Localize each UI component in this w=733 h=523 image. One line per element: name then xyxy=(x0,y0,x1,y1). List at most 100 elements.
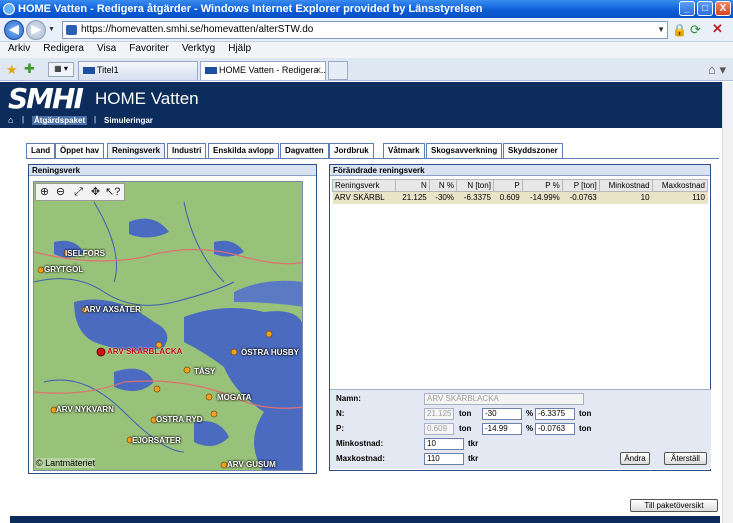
map-toolbar: ⊕ ⊖ ⤢ ✥ ↖? xyxy=(35,183,125,201)
map-canvas[interactable] xyxy=(34,182,303,471)
col-maxkostnad[interactable]: Maxkostnad xyxy=(651,179,709,192)
max-unit-tkr: tkr xyxy=(468,454,479,463)
home-icon[interactable]: ⌂ ▾ xyxy=(708,62,726,78)
tab-enskilda-avlopp[interactable]: Enskilda avlopp xyxy=(208,143,279,159)
lock-icon[interactable]: 🔒 xyxy=(672,23,687,37)
p-unit-ton: ton xyxy=(459,424,472,433)
n-label: N: xyxy=(336,409,345,418)
package-overview-button[interactable]: Till paketöversikt xyxy=(630,499,718,512)
n-unit-ton: ton xyxy=(459,409,472,418)
maximize-button[interactable]: □ xyxy=(697,1,713,16)
changed-plants-panel: Förändrade reningsverk Reningsverk N N %… xyxy=(329,164,711,471)
map-label-tasy[interactable]: TÅSY xyxy=(194,367,215,376)
map-label-arv-skarblacka[interactable]: ARV SKÄRBLACKA xyxy=(107,347,182,356)
tab-industri[interactable]: Industri xyxy=(167,143,207,159)
close-tab-icon[interactable]: x xyxy=(316,62,321,79)
identify-icon[interactable]: ↖? xyxy=(105,185,120,199)
favorites-star-icon[interactable]: ★ xyxy=(6,62,18,78)
smhi-favicon xyxy=(83,67,95,75)
name-field: ARV SKÄRBLACKA xyxy=(424,393,584,405)
map-label-ostra-husby[interactable]: ÖSTRA HUSBY xyxy=(241,348,299,357)
name-label: Namn: xyxy=(336,394,361,403)
menu-visa[interactable]: Visa xyxy=(92,42,121,55)
menu-favoriter[interactable]: Favoriter xyxy=(124,42,173,55)
p-unit-ton2: ton xyxy=(579,424,592,433)
menu-arkiv[interactable]: Arkiv xyxy=(0,42,35,55)
browser-tab-titel1[interactable]: Titel1 xyxy=(78,61,198,80)
address-toolbar: ◀ ▶ ▼ https://homevatten.smhi.se/homevat… xyxy=(0,18,733,42)
tab-reningsverk[interactable]: Reningsverk xyxy=(107,143,166,159)
min-cost-input[interactable]: 10 xyxy=(424,438,464,450)
cell-p: 0.609 xyxy=(493,191,523,204)
nav-separator: | xyxy=(94,115,97,124)
new-tab-button[interactable] xyxy=(328,61,348,80)
tab-skogsavverkning[interactable]: Skogsavverkning xyxy=(426,143,503,159)
map-label-ostra-ryd[interactable]: ÖSTRA RYD xyxy=(156,415,203,424)
add-favorite-icon[interactable]: ✚ xyxy=(24,61,35,77)
pan-icon[interactable]: ✥ xyxy=(88,185,103,199)
close-window-button[interactable]: X xyxy=(715,1,731,16)
zoom-extent-icon[interactable]: ⤢ xyxy=(71,185,86,199)
changed-plants-table: Reningsverk N N % N [ton] P P % P [ton] … xyxy=(332,179,709,204)
tab-land[interactable]: Land xyxy=(26,143,56,159)
site-header: SMHI HOME Vatten xyxy=(0,82,733,115)
menu-redigera[interactable]: Redigera xyxy=(38,42,89,55)
max-cost-input[interactable]: 110 xyxy=(424,453,464,465)
col-n-ton[interactable]: N [ton] xyxy=(455,179,494,192)
nav-atgardspaket[interactable]: Åtgärdspaket xyxy=(32,116,88,125)
map-label-arv-gusum[interactable]: ARV GUSUM xyxy=(227,460,276,469)
zoom-out-icon[interactable]: ⊖ xyxy=(53,185,68,199)
minimize-button[interactable]: _ xyxy=(679,1,695,16)
nav-simuleringar[interactable]: Simuleringar xyxy=(102,116,155,125)
p-unit-pct: % xyxy=(526,424,534,433)
tab-divider xyxy=(26,158,719,159)
menu-hjalp[interactable]: Hjälp xyxy=(223,42,256,55)
table-row[interactable]: ARV SKÄRBL 21.125 -30% -6.3375 0.609 -14… xyxy=(332,191,709,204)
col-minkostnad[interactable]: Minkostnad xyxy=(598,179,653,192)
col-p-pct[interactable]: P % xyxy=(521,179,563,192)
col-p-ton[interactable]: P [ton] xyxy=(561,179,600,192)
map-label-arv-axsater[interactable]: ARV AXSÄTER xyxy=(84,305,141,314)
cell-name: ARV SKÄRBL xyxy=(332,191,396,204)
map-label-grytgol[interactable]: GRYTGÖL xyxy=(44,265,83,274)
forward-button[interactable]: ▶ xyxy=(26,20,46,40)
n-ton-input[interactable]: -6.3375 xyxy=(535,408,575,420)
map-label-mogata[interactable]: MOGATA xyxy=(217,393,251,402)
map-label-arv-nykvarn[interactable]: ARV NYKVARN xyxy=(56,405,114,414)
tab-oppet-hav[interactable]: Öppet hav xyxy=(55,143,105,159)
stop-icon[interactable]: ✕ xyxy=(712,21,723,37)
back-button[interactable]: ◀ xyxy=(4,20,24,40)
p-pct-input[interactable]: -14.99 xyxy=(482,423,522,435)
page-scrollbar[interactable] xyxy=(722,82,733,523)
home-nav-icon[interactable]: ⌂ xyxy=(8,115,13,125)
url-dropdown-icon[interactable]: ▼ xyxy=(657,22,665,38)
reset-button[interactable]: Återställ xyxy=(664,452,707,465)
history-dropdown-icon[interactable]: ▼ xyxy=(48,26,55,33)
col-n[interactable]: N xyxy=(394,179,430,192)
p-ton-input[interactable]: -0.0763 xyxy=(535,423,575,435)
map-label-ejorsater[interactable]: EJORSÄTER xyxy=(132,436,181,445)
smhi-favicon xyxy=(205,67,217,75)
map-view[interactable]: ⊕ ⊖ ⤢ ✥ ↖? ISELFORS GRYTGÖL ARV AXSÄTER … xyxy=(33,181,303,471)
refresh-icon[interactable]: ⟳ xyxy=(690,22,701,38)
tab-skyddszoner[interactable]: Skyddszoner xyxy=(503,143,563,159)
browser-tab-home-vatten[interactable]: HOME Vatten - Redigera ... x xyxy=(200,61,326,80)
cell-maxkostnad: 110 xyxy=(652,191,709,204)
tab-jordbruk[interactable]: Jordbruk xyxy=(329,143,374,159)
menu-verktyg[interactable]: Verktyg xyxy=(177,42,220,55)
menu-bar: Arkiv Redigera Visa Favoriter Verktyg Hj… xyxy=(0,42,733,58)
browser-tab-bar: ★ ✚ ▦ ▾ Titel1 HOME Vatten - Redigera ..… xyxy=(0,58,733,81)
col-p[interactable]: P xyxy=(492,179,523,192)
min-unit-tkr: tkr xyxy=(468,439,479,448)
col-reningsverk[interactable]: Reningsverk xyxy=(332,179,396,192)
col-n-pct[interactable]: N % xyxy=(428,179,457,192)
change-button[interactable]: Ändra xyxy=(620,452,650,465)
map-label-iselfors[interactable]: ISELFORS xyxy=(65,249,105,258)
n-pct-input[interactable]: -30 xyxy=(482,408,522,420)
tab-vatmark[interactable]: Våtmark xyxy=(383,143,425,159)
zoom-in-icon[interactable]: ⊕ xyxy=(37,185,52,199)
p-label: P: xyxy=(336,424,344,433)
quick-tabs-button[interactable]: ▦ ▾ xyxy=(48,62,74,77)
address-input[interactable]: https://homevatten.smhi.se/homevatten/al… xyxy=(62,21,668,39)
tab-dagvatten[interactable]: Dagvatten xyxy=(280,143,329,159)
